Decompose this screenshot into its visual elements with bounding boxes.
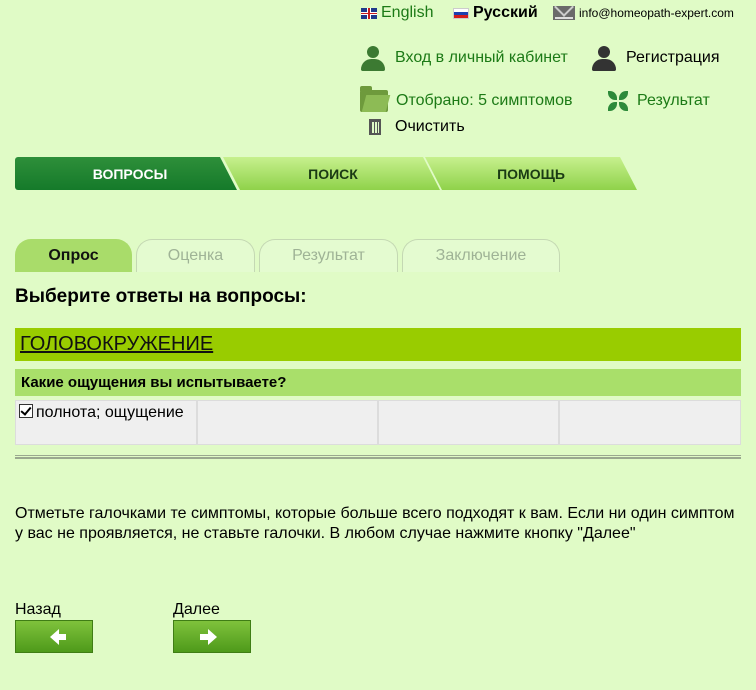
question-text: Какие ощущения вы испытываете?	[21, 374, 287, 391]
answer-cell-empty	[378, 400, 559, 445]
folder-icon	[360, 86, 388, 112]
mail-icon	[553, 6, 575, 20]
divider	[15, 455, 741, 459]
result-link[interactable]: Результат	[607, 90, 710, 112]
arrow-right-icon	[199, 628, 217, 645]
clear-label[interactable]: Очистить	[395, 118, 465, 136]
user-add-icon	[590, 44, 618, 72]
selected-symptoms-link[interactable]: Отобрано: 5 симптомов	[360, 86, 572, 112]
lang-english-label[interactable]: English	[381, 4, 433, 22]
arrow-left-icon	[49, 628, 66, 645]
tab-help-label: ПОМОЩЬ	[497, 165, 565, 182]
tab-search-label: ПОИСК	[308, 165, 358, 182]
email-text[interactable]: info@homeopath-expert.com	[579, 6, 734, 20]
user-icon	[359, 44, 387, 72]
answer-cell-empty	[559, 400, 741, 445]
subtab-result[interactable]: Результат	[259, 239, 398, 272]
subtab-conclusion[interactable]: Заключение	[402, 239, 560, 272]
answers-row: полнота; ощущение	[15, 400, 741, 445]
clear-link[interactable]: Очистить	[369, 118, 465, 136]
answer-cell[interactable]: полнота; ощущение	[15, 400, 197, 445]
register-link[interactable]: Регистрация	[590, 44, 720, 72]
next-button[interactable]	[173, 620, 251, 653]
leaf-icon	[607, 90, 629, 112]
tab-questions-label: ВОПРОСЫ	[92, 165, 168, 182]
back-label: Назад	[15, 601, 61, 618]
uk-flag-icon	[361, 7, 377, 19]
sub-tabs: Опрос Оценка Результат Заключение	[15, 239, 560, 272]
register-label[interactable]: Регистрация	[626, 49, 720, 67]
main-tabs: ПОИСК ПОМОЩЬ ВОПРОСЫ	[15, 157, 637, 190]
answer-label[interactable]: полнота; ощущение	[36, 404, 184, 421]
lang-russian-label[interactable]: Русский	[473, 4, 538, 22]
page-title: Выберите ответы на вопросы:	[15, 286, 307, 307]
result-label[interactable]: Результат	[637, 92, 710, 110]
trash-icon	[369, 119, 381, 135]
answer-checkbox[interactable]	[19, 404, 33, 418]
tab-search[interactable]: ПОИСК	[223, 157, 440, 190]
subtab-evaluation[interactable]: Оценка	[136, 239, 255, 272]
next-label: Далее	[173, 601, 220, 618]
tab-questions[interactable]: ВОПРОСЫ	[15, 157, 237, 190]
selected-symptoms-label[interactable]: Отобрано: 5 симптомов	[396, 92, 572, 110]
tab-help[interactable]: ПОМОЩЬ	[425, 157, 637, 190]
contact-email[interactable]: info@homeopath-expert.com	[553, 6, 734, 20]
section-header: ГОЛОВОКРУЖЕНИЕ	[15, 328, 741, 361]
back-button[interactable]	[15, 620, 93, 653]
section-title-link[interactable]: ГОЛОВОКРУЖЕНИЕ	[20, 333, 213, 356]
login-link[interactable]: Вход в личный кабинет	[359, 44, 568, 72]
login-label[interactable]: Вход в личный кабинет	[395, 49, 568, 67]
russia-flag-icon	[453, 7, 469, 19]
answer-cell-empty	[197, 400, 378, 445]
lang-russian-link[interactable]: Русский	[453, 4, 538, 22]
lang-english-link[interactable]: English	[361, 4, 433, 22]
question-header: Какие ощущения вы испытываете?	[15, 369, 741, 396]
instruction-note: Отметьте галочками те симптомы, которые …	[15, 505, 735, 542]
subtab-survey[interactable]: Опрос	[15, 239, 132, 272]
